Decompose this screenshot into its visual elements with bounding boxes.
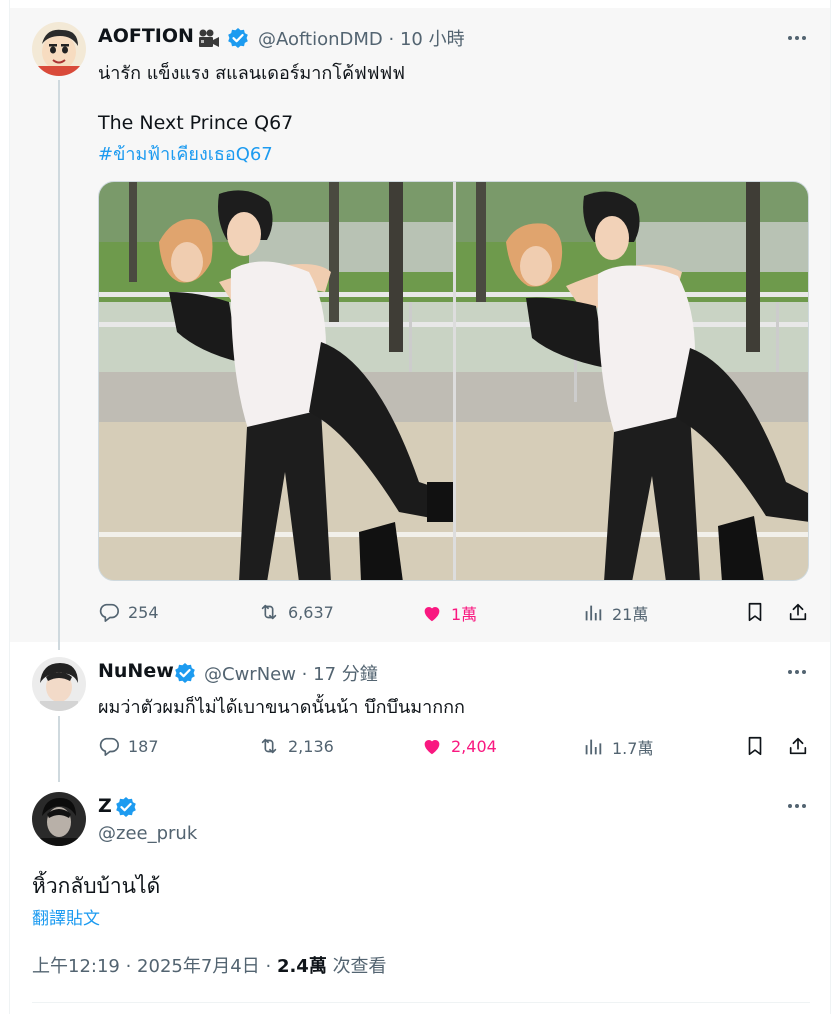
thread-line [58, 80, 60, 650]
divider [32, 1002, 810, 1003]
analytics-icon [582, 602, 604, 624]
reply-button[interactable]: 187 [98, 735, 159, 757]
repost-button[interactable]: 2,136 [258, 735, 334, 757]
photo[interactable] [456, 182, 808, 580]
more-options-icon[interactable] [785, 794, 809, 818]
like-count: 1萬 [451, 605, 478, 624]
reply-button[interactable]: 254 [98, 601, 159, 623]
handle[interactable]: @CwrNew [204, 664, 296, 685]
reply-icon [98, 601, 120, 623]
media-grid [98, 181, 809, 581]
post-text: หิ้วกลับบ้านได้ [32, 874, 161, 898]
views-count: 2.4萬 [276, 956, 327, 977]
post-handle-time[interactable]: @AoftionDMD · 10 小時 [258, 25, 465, 51]
avatar[interactable] [32, 657, 86, 711]
panel-border-right [830, 0, 831, 1014]
verified-badge-icon[interactable] [115, 796, 137, 818]
share-button[interactable] [787, 735, 809, 757]
reply-count: 254 [128, 602, 159, 622]
post-text-line: The Next Prince Q67 [98, 112, 294, 134]
handle[interactable]: @zee_pruk [98, 823, 197, 844]
photo[interactable] [99, 182, 453, 580]
heart-filled-icon [421, 735, 443, 757]
repost-icon [258, 735, 280, 757]
like-button[interactable]: 2,404 [421, 735, 497, 757]
post-time[interactable]: 17 分鐘 [313, 664, 378, 685]
bookmark-icon [744, 601, 766, 623]
display-name[interactable]: AOFTION [98, 25, 194, 47]
share-icon [787, 735, 809, 757]
bookmark-button[interactable] [744, 601, 766, 623]
post-time[interactable]: 10 小時 [400, 29, 465, 50]
display-name[interactable]: Z [98, 795, 112, 817]
views-count: 21萬 [612, 605, 649, 624]
hashtag-link[interactable]: #ข้ามฟ้าเคียงเธอQ67 [98, 139, 273, 168]
repost-button[interactable]: 6,637 [258, 601, 334, 623]
like-count: 2,404 [451, 736, 497, 756]
reply-count: 187 [128, 736, 159, 756]
share-button[interactable] [787, 601, 809, 623]
repost-icon [258, 601, 280, 623]
avatar[interactable] [32, 792, 86, 846]
post-time[interactable]: 上午12:19 [32, 956, 120, 977]
bookmark-icon [744, 735, 766, 757]
bookmark-button[interactable] [744, 735, 766, 757]
verified-badge-icon[interactable] [174, 662, 196, 684]
post-text: ผมว่าตัวผมก็ไม่ได้เบาขนาดนั้นน้า บึกบึนม… [98, 697, 465, 718]
views-count: 1.7萬 [612, 739, 654, 758]
post-date[interactable]: 2025年7月4日 [137, 956, 260, 977]
display-name[interactable]: NuNew [98, 660, 174, 682]
like-button[interactable]: 1萬 [421, 601, 477, 625]
share-icon [787, 601, 809, 623]
repost-count: 2,136 [288, 736, 334, 756]
translate-post-link[interactable]: 翻譯貼文 [32, 904, 100, 929]
views-label: 次查看 [332, 956, 387, 977]
more-options-icon[interactable] [785, 660, 809, 684]
verified-badge-icon[interactable] [227, 27, 249, 49]
post-handle-time[interactable]: @CwrNew · 17 分鐘 [204, 660, 378, 686]
more-options-icon[interactable] [785, 26, 809, 50]
post-text-line: น่ารัก แข็งแรง สแลนเดอร์มากโค้ฟฟฟฟ [98, 63, 405, 84]
views-button[interactable]: 21萬 [582, 601, 648, 625]
post-timestamp: 上午12:19 · 2025年7月4日 · 2.4萬 次查看 [32, 956, 387, 977]
views-button[interactable]: 1.7萬 [582, 735, 653, 759]
avatar[interactable] [32, 22, 86, 76]
repost-count: 6,637 [288, 602, 334, 622]
handle[interactable]: @AoftionDMD [258, 29, 383, 50]
reply-icon [98, 735, 120, 757]
heart-filled-icon [421, 602, 443, 624]
analytics-icon [582, 736, 604, 758]
movie-camera-icon [197, 28, 221, 50]
thread-line [58, 716, 60, 782]
